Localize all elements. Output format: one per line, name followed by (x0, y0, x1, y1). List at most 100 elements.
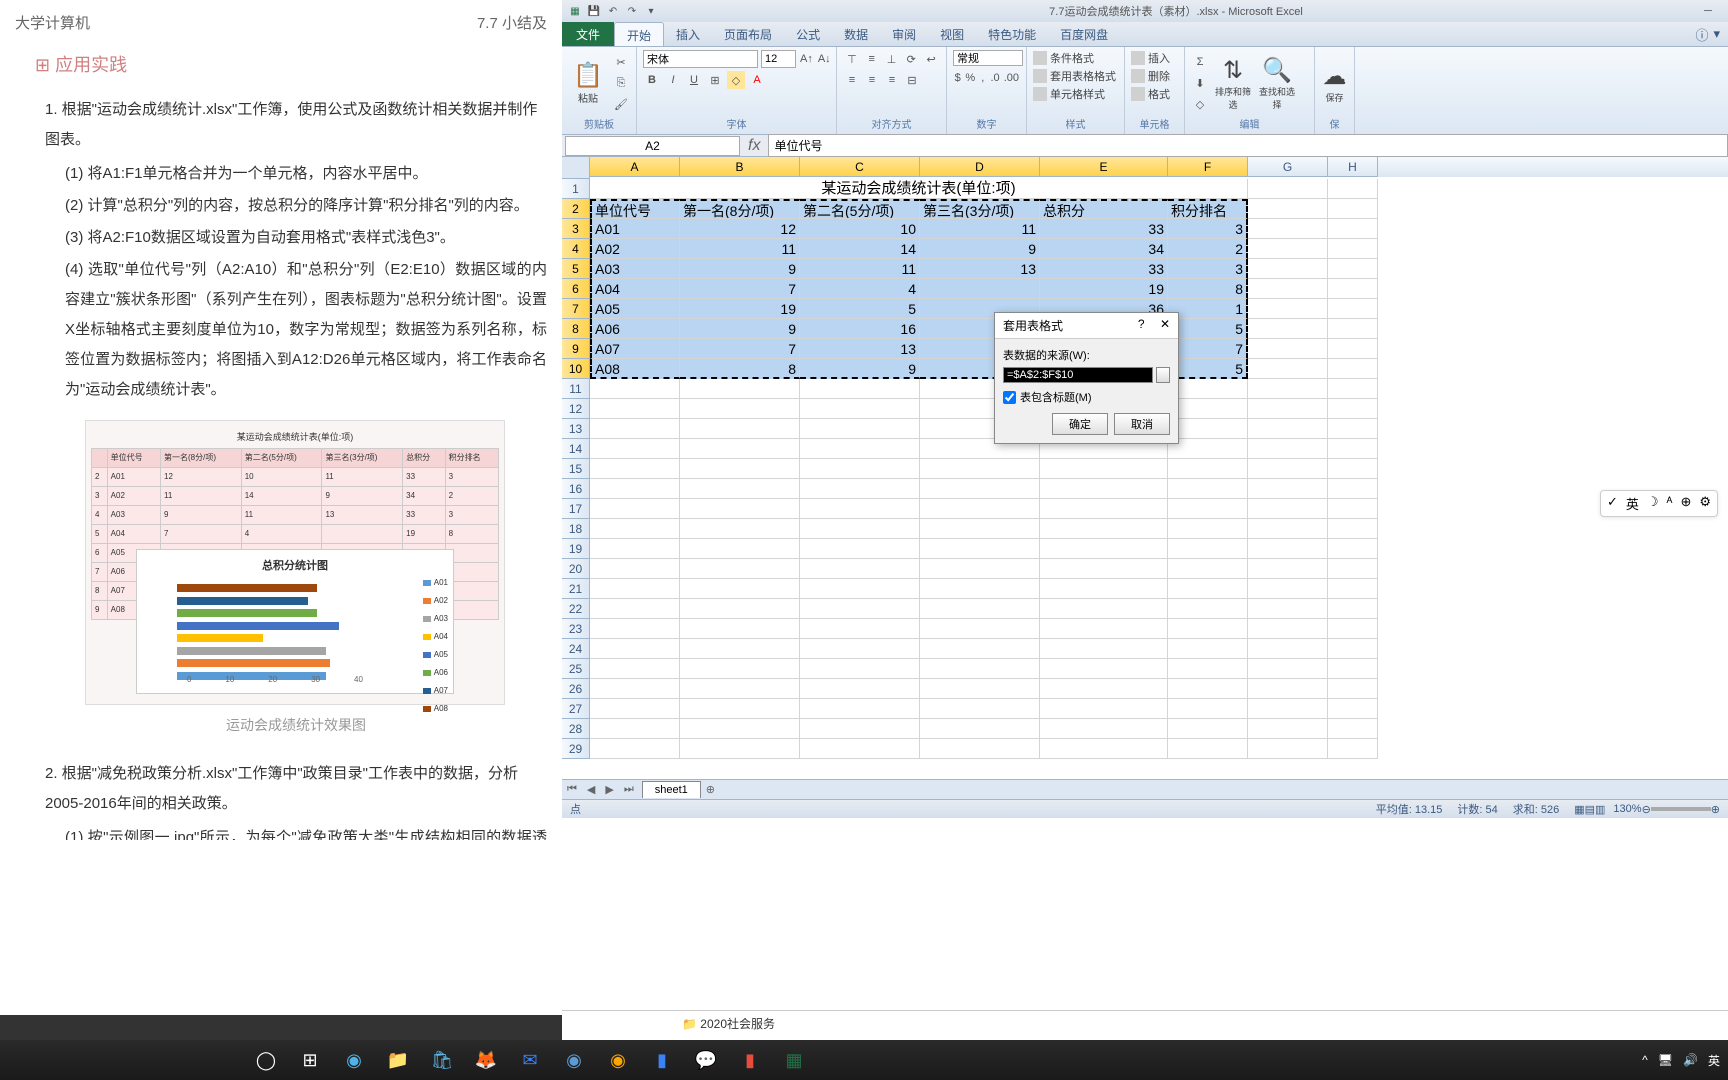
row-header-15[interactable]: 15 (562, 459, 590, 479)
sheet-tab-1[interactable]: sheet1 (642, 781, 701, 798)
sheet-nav-next-icon[interactable]: ▶ (600, 783, 618, 796)
row-header-3[interactable]: 3 (562, 219, 590, 239)
data-cell[interactable]: 7 (680, 279, 800, 299)
data-cell[interactable]: 7 (680, 339, 800, 359)
row-header-7[interactable]: 7 (562, 299, 590, 319)
data-cell[interactable]: 1 (1168, 299, 1248, 319)
row-header-25[interactable]: 25 (562, 659, 590, 679)
data-cell[interactable]: A04 (590, 279, 680, 299)
taskbar-app1-icon[interactable]: ◉ (553, 1040, 595, 1080)
data-cell[interactable]: 5 (800, 299, 920, 319)
col-header-E[interactable]: E (1040, 157, 1168, 177)
cell-styles-button[interactable]: 单元格样式 (1033, 86, 1118, 102)
tab-baidu[interactable]: 百度网盘 (1048, 22, 1120, 46)
data-cell[interactable]: 33 (1040, 219, 1168, 239)
row-header-22[interactable]: 22 (562, 599, 590, 619)
row-header-8[interactable]: 8 (562, 319, 590, 339)
copy-icon[interactable]: ⎘ (612, 74, 630, 92)
data-cell[interactable]: 33 (1040, 259, 1168, 279)
header-cell[interactable]: 总积分 (1040, 199, 1168, 219)
ime-lang-button[interactable]: 英 (1626, 494, 1639, 513)
conditional-format-button[interactable]: 条件格式 (1033, 50, 1118, 66)
row-header-23[interactable]: 23 (562, 619, 590, 639)
border-icon[interactable]: ⊞ (706, 71, 724, 89)
table-format-button[interactable]: 套用表格格式 (1033, 68, 1118, 84)
dialog-source-input[interactable] (1003, 367, 1153, 383)
font-name-select[interactable] (643, 50, 758, 68)
tray-volume-icon[interactable]: 🔊 (1683, 1053, 1698, 1067)
formula-input[interactable]: 单位代号 (768, 134, 1728, 157)
align-center-icon[interactable]: ≡ (863, 71, 881, 89)
taskbar-store-icon[interactable]: 🛍 (421, 1040, 463, 1080)
insert-cells-button[interactable]: 插入 (1131, 50, 1178, 66)
data-cell[interactable]: 19 (680, 299, 800, 319)
data-cell[interactable]: 5 (1168, 319, 1248, 339)
ime-plus-icon[interactable]: ⊕ (1680, 494, 1691, 513)
data-cell[interactable]: 9 (800, 359, 920, 379)
data-cell[interactable]: 3 (1168, 219, 1248, 239)
tab-special[interactable]: 特色功能 (976, 22, 1048, 46)
row-header-18[interactable]: 18 (562, 519, 590, 539)
excel-grid[interactable]: ABCDEFGH 1234567891011121314151617181920… (562, 157, 1728, 802)
data-cell[interactable]: 5 (1168, 359, 1248, 379)
data-cell[interactable]: 13 (920, 259, 1040, 279)
ime-a-icon[interactable]: ᴬ (1667, 494, 1673, 513)
decrease-font-icon[interactable]: A↓ (817, 50, 832, 68)
qat-dropdown-icon[interactable]: ▾ (643, 3, 659, 19)
align-left-icon[interactable]: ≡ (843, 71, 861, 89)
data-cell[interactable]: A05 (590, 299, 680, 319)
col-header-B[interactable]: B (680, 157, 800, 177)
tab-data[interactable]: 数据 (832, 22, 880, 46)
tab-file[interactable]: 文件 (562, 22, 614, 46)
row-header-10[interactable]: 10 (562, 359, 590, 379)
tab-insert[interactable]: 插入 (664, 22, 712, 46)
increase-decimal-icon[interactable]: .0 (990, 69, 1001, 87)
help-icon[interactable]: ▾ (1713, 26, 1720, 42)
fx-icon[interactable]: fx (740, 137, 768, 155)
range-selector-icon[interactable] (1156, 367, 1170, 383)
data-cell[interactable]: 12 (680, 219, 800, 239)
data-cell[interactable]: 16 (800, 319, 920, 339)
format-cells-button[interactable]: 格式 (1131, 86, 1178, 102)
tray-network-icon[interactable]: 🖥 (1658, 1053, 1673, 1067)
ime-check-icon[interactable]: ✓ (1607, 494, 1618, 513)
row-header-12[interactable]: 12 (562, 399, 590, 419)
row-header-27[interactable]: 27 (562, 699, 590, 719)
name-box[interactable]: A2 (565, 136, 740, 156)
taskbar-app3-icon[interactable]: ▮ (729, 1040, 771, 1080)
data-cell[interactable]: 13 (800, 339, 920, 359)
col-header-A[interactable]: A (590, 157, 680, 177)
data-cell[interactable]: A03 (590, 259, 680, 279)
comma-icon[interactable]: , (978, 69, 987, 87)
dialog-headers-checkbox[interactable]: 表包含标题(M) (1003, 389, 1170, 405)
header-cell[interactable]: 积分排名 (1168, 199, 1248, 219)
merged-title-cell[interactable]: 某运动会成绩统计表(单位:项) (590, 179, 1248, 199)
data-cell[interactable]: A01 (590, 219, 680, 239)
row-header-9[interactable]: 9 (562, 339, 590, 359)
increase-font-icon[interactable]: A↑ (799, 50, 814, 68)
header-cell[interactable]: 第二名(5分/项) (800, 199, 920, 219)
ime-settings-icon[interactable]: ⚙ (1699, 494, 1711, 513)
data-cell[interactable] (920, 279, 1040, 299)
row-header-1[interactable]: 1 (562, 179, 590, 199)
tab-layout[interactable]: 页面布局 (712, 22, 784, 46)
data-cell[interactable]: 3 (1168, 259, 1248, 279)
fill-icon[interactable]: ⬇ (1191, 74, 1209, 92)
align-bottom-icon[interactable]: ⊥ (883, 50, 901, 68)
tab-formula[interactable]: 公式 (784, 22, 832, 46)
format-painter-icon[interactable]: 🖌 (612, 95, 630, 113)
data-cell[interactable]: 11 (800, 259, 920, 279)
cut-icon[interactable]: ✂ (612, 53, 630, 71)
new-sheet-icon[interactable]: ⊕ (701, 783, 720, 796)
data-cell[interactable]: A08 (590, 359, 680, 379)
data-cell[interactable]: 8 (1168, 279, 1248, 299)
fill-color-icon[interactable]: ◇ (727, 71, 745, 89)
taskbar-excel-icon[interactable]: ▦ (773, 1040, 815, 1080)
data-cell[interactable]: 19 (1040, 279, 1168, 299)
row-header-2[interactable]: 2 (562, 199, 590, 219)
orientation-icon[interactable]: ⟳ (902, 50, 920, 68)
autosum-icon[interactable]: Σ (1191, 53, 1209, 71)
header-cell[interactable]: 单位代号 (590, 199, 680, 219)
row-header-29[interactable]: 29 (562, 739, 590, 759)
data-cell[interactable]: 34 (1040, 239, 1168, 259)
